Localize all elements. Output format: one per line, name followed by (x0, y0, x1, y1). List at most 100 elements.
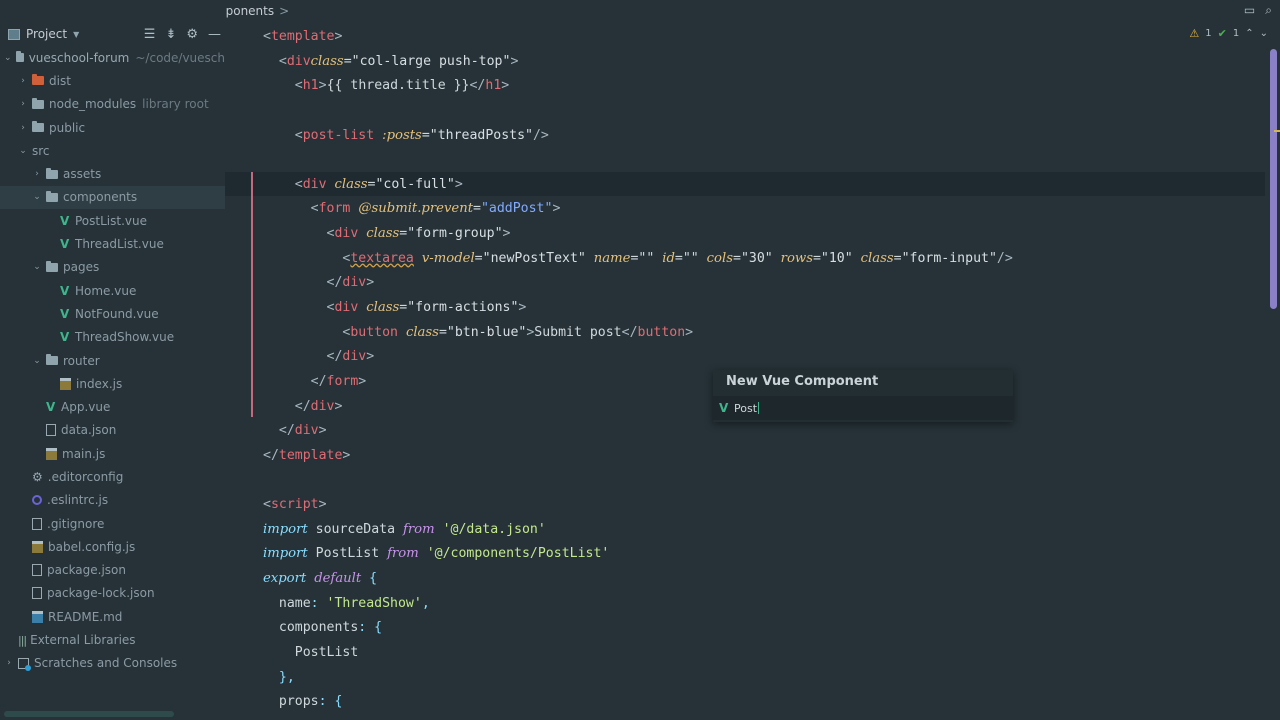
code-token: /> (996, 250, 1013, 266)
code-token: "col-large push-top" (351, 53, 511, 69)
tree-item[interactable]: V ThreadList.vue (0, 232, 225, 255)
tree-item-label: data.json (61, 423, 117, 438)
vcs-change-marker[interactable] (251, 172, 253, 417)
tree-item[interactable]: README.md (0, 605, 225, 628)
gear-icon[interactable]: ⚙ (186, 27, 198, 42)
tree-item[interactable]: index.js (0, 372, 225, 395)
project-view-selector[interactable]: Project (26, 27, 67, 41)
minimize-icon[interactable]: — (208, 27, 221, 42)
code-token: template (270, 29, 335, 44)
tree-item-label: components (63, 190, 138, 205)
tree-item[interactable]: V App.vue (0, 395, 225, 418)
tree-item[interactable]: package-lock.json (0, 582, 225, 605)
tree-item[interactable]: › Scratches and Consoles (0, 652, 225, 675)
code-line: PostList (263, 641, 1013, 666)
code-token: = (812, 250, 821, 266)
code-line: <divclass="col-large push-top"> (263, 50, 1013, 75)
chevron-down-icon[interactable]: ⌄ (4, 53, 12, 63)
tree-item[interactable]: .eslintrc.js (0, 489, 225, 512)
code-token: h1 (302, 78, 319, 94)
expand-all-icon[interactable]: ☰ (144, 27, 156, 42)
tree-item[interactable]: › node_modules library root (0, 93, 225, 116)
tree-item-label: index.js (76, 376, 123, 391)
chevron-down-icon[interactable]: ⌄ (32, 356, 42, 366)
next-problem-icon[interactable]: ⌄ (1260, 28, 1268, 39)
code-editor[interactable]: < template > <divclass="col-large push-top… (225, 22, 1265, 720)
tree-item[interactable]: ⌄ pages (0, 256, 225, 279)
tree-item[interactable]: .gitignore (0, 512, 225, 535)
chevron-right-icon[interactable]: › (18, 99, 28, 109)
code-line: <form @submit.prevent="addPost"> (263, 197, 1013, 222)
tree-item-label: public (49, 120, 86, 135)
breadcrumb-separator: > (279, 4, 290, 18)
tree-item[interactable]: › assets (0, 162, 225, 185)
code-token: > (685, 324, 694, 340)
code-line: }, (263, 666, 1013, 691)
tree-item-label: .gitignore (47, 516, 105, 531)
component-name-input[interactable]: V Post (713, 396, 1013, 420)
tree-item[interactable]: ⌄ vueschool-forum ~/code/vuesch (0, 46, 225, 69)
tree-item-label: vueschool-forum (28, 50, 130, 65)
warning-stripe-marker[interactable] (1274, 130, 1280, 132)
code-token: 'ThreadShow' (326, 595, 422, 611)
chevron-right-icon[interactable]: › (32, 169, 42, 179)
tree-item[interactable]: V Home.vue (0, 279, 225, 302)
check-icon: ✔ (1217, 27, 1227, 40)
tree-item[interactable]: › dist (0, 69, 225, 92)
code-token: '@/components/PostList' (426, 546, 610, 562)
chevron-down-icon[interactable]: ⌄ (18, 146, 28, 156)
code-token: : { (318, 694, 343, 710)
tree-item[interactable]: package.json (0, 559, 225, 582)
tree-item[interactable]: ⚙ .editorconfig (0, 465, 225, 488)
tree-item[interactable]: ⌄ src (0, 139, 225, 162)
code-token: </ (326, 349, 343, 365)
code-token: > (501, 78, 510, 94)
tree-item-label: External Libraries (30, 633, 136, 648)
gitignore-icon (32, 517, 42, 530)
chevron-down-icon[interactable]: ⌄ (32, 262, 42, 272)
tree-item[interactable]: ||| External Libraries (0, 628, 225, 651)
chevron-right-icon[interactable]: › (4, 658, 14, 668)
dialog-title: New Vue Component (726, 374, 879, 389)
chevron-right-icon[interactable]: › (18, 123, 28, 133)
tree-item[interactable]: › public (0, 116, 225, 139)
tree-item[interactable]: babel.config.js (0, 535, 225, 558)
code-line: <h1>{{ thread.title }}</h1> (263, 74, 1013, 99)
code-token: button (637, 324, 686, 340)
code-line: <post-list :posts="threadPosts"/> (263, 124, 1013, 149)
chevron-down-icon[interactable]: ▼ (73, 30, 79, 39)
code-token: < (310, 201, 319, 217)
code-token: ="" (674, 250, 707, 266)
chevron-down-icon[interactable]: ⌄ (32, 192, 42, 202)
code-token: class (366, 300, 400, 316)
code-token: > (454, 176, 463, 192)
search-icon[interactable]: ⌕ (1265, 3, 1272, 18)
vertical-scrollbar[interactable] (1270, 49, 1277, 309)
previous-problem-icon[interactable]: ⌃ (1245, 28, 1253, 39)
tree-item[interactable]: main.js (0, 442, 225, 465)
chevron-right-icon[interactable]: › (18, 76, 28, 86)
code-token: template (278, 447, 343, 463)
code-token: /> (532, 127, 549, 143)
tree-item[interactable]: data.json (0, 419, 225, 442)
inspection-widget[interactable]: ⚠ 1 ✔ 1 ⌃ ⌄ (1189, 27, 1268, 40)
tree-item[interactable]: V PostList.vue (0, 209, 225, 232)
collapse-all-icon[interactable]: ⇟ (165, 27, 176, 42)
window-layout-icon[interactable]: ▭ (1244, 3, 1255, 18)
tree-item[interactable]: V ThreadShow.vue (0, 326, 225, 349)
folder-icon (32, 121, 44, 133)
horizontal-scrollbar[interactable] (4, 711, 174, 717)
tree-item-label: Home.vue (75, 283, 137, 298)
tree-item[interactable]: ⌄ router (0, 349, 225, 372)
top-right-toolbar: ▭ ⌕ (1244, 3, 1272, 18)
tree-item-hint: ~/code/vuesch (135, 50, 225, 65)
tree-item[interactable]: V NotFound.vue (0, 302, 225, 325)
text-cursor (758, 402, 760, 414)
code-token: "10" (820, 250, 853, 266)
tree-item[interactable]: ⌄ components (0, 185, 225, 210)
code-token: div (302, 176, 327, 192)
